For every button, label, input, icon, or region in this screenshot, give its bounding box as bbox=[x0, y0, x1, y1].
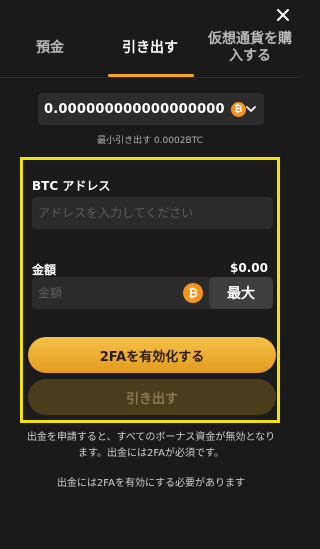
amount-usd-value: $0.00 bbox=[230, 261, 268, 275]
tab-buy-crypto[interactable]: 仮想通貨を購入する bbox=[200, 20, 300, 76]
tab-bar: 預金 引き出す 仮想通貨を購入する bbox=[0, 20, 300, 76]
tab-withdraw[interactable]: 引き出す bbox=[100, 20, 200, 76]
amount-label: 金額 bbox=[32, 263, 57, 277]
bonus-warning-text: 出金を申請すると、すべてのボーナス資金が無効となります。出金には2FAが必須です… bbox=[26, 432, 276, 459]
tab-deposit[interactable]: 預金 bbox=[0, 20, 100, 76]
currency-select[interactable]: 0.000000000000000000 ₿ bbox=[38, 93, 264, 125]
min-withdraw-text: 最小引き出す 0.0002BTC bbox=[97, 136, 203, 146]
withdraw-button[interactable]: 引き出す bbox=[28, 379, 276, 415]
address-label: BTC アドレス bbox=[32, 179, 111, 193]
balance-amount: 0.000000000000000000 bbox=[44, 101, 225, 117]
chevron-down-icon bbox=[246, 106, 256, 112]
tab-divider bbox=[0, 77, 300, 78]
amount-input[interactable] bbox=[32, 277, 182, 309]
enable-2fa-button[interactable]: 2FAを有効化する bbox=[28, 337, 276, 373]
bitcoin-icon: ₿ bbox=[183, 283, 203, 303]
max-button[interactable]: 最大 bbox=[209, 277, 273, 309]
address-input[interactable] bbox=[32, 197, 273, 229]
2fa-required-text: 出金には2FAを有効にする必要があります bbox=[56, 478, 246, 489]
amount-field: ₿ 最大 bbox=[32, 277, 273, 309]
withdraw-form: BTC アドレス 金額 $0.00 ₿ 最大 2FAを有効化する 引き出す bbox=[20, 157, 280, 423]
